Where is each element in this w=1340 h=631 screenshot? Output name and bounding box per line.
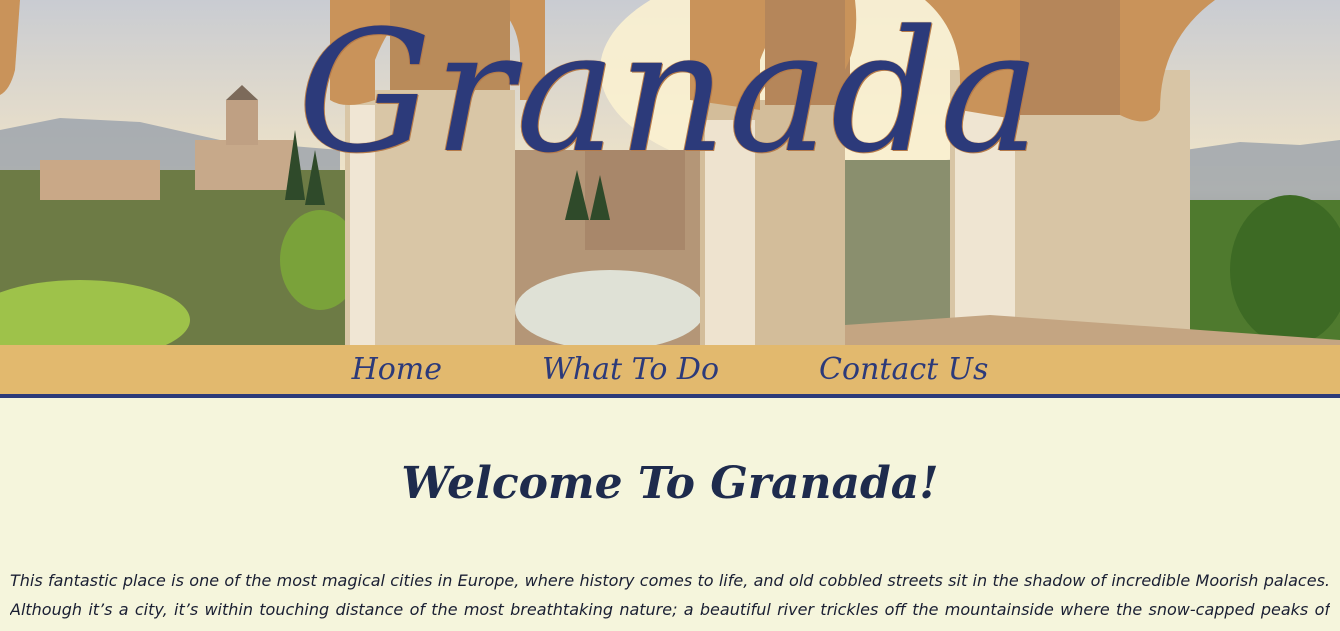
welcome-heading: Welcome To Granada! — [401, 458, 939, 509]
main-content: Welcome To Granada! This fantastic place… — [0, 458, 1340, 631]
nav-home-link[interactable]: Home — [302, 352, 492, 387]
hero-banner: Granada — [0, 0, 1340, 345]
intro-paragraph: This fantastic place is one of the most … — [10, 571, 1330, 631]
nav-what-to-do-link[interactable]: What To Do — [492, 352, 769, 387]
main-navigation: Home What To Do Contact Us — [0, 345, 1340, 398]
site-title: Granada — [297, 0, 1043, 190]
nav-contact-us-link[interactable]: Contact Us — [769, 352, 1038, 387]
